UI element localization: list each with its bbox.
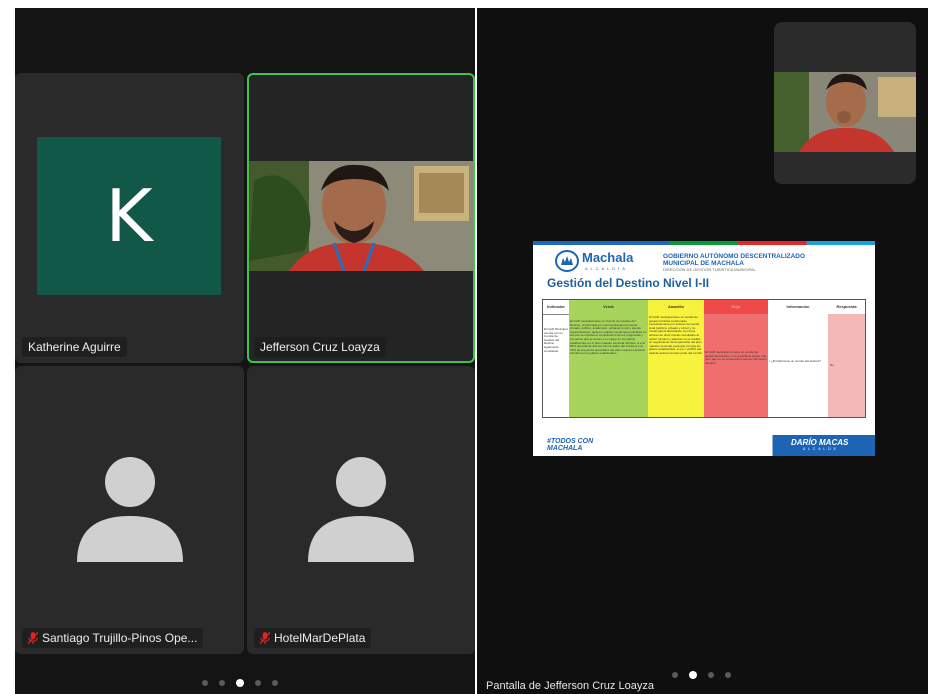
header-indicador: Indicador: [543, 300, 570, 315]
footer-name: DARÍO MACAS: [791, 438, 849, 447]
participant-name: Santiago Trujillo-Pinos Ope...: [22, 628, 204, 648]
participant-video: [249, 161, 473, 271]
cell-verde: El GAD municipal tiene un Comité de Gest…: [569, 314, 648, 417]
participant-name-text: Jefferson Cruz Loayza: [260, 340, 380, 354]
page-indicator[interactable]: [202, 679, 278, 687]
page-dot[interactable]: [202, 680, 208, 686]
avatar: K: [37, 137, 221, 295]
page-dot[interactable]: [255, 680, 261, 686]
participant-tile-jefferson[interactable]: Jefferson Cruz Loayza: [247, 73, 475, 363]
participant-tile-santiago[interactable]: Santiago Trujillo-Pinos Ope...: [15, 366, 244, 654]
participant-name: Jefferson Cruz Loayza: [254, 337, 386, 357]
header-verde: Verde: [569, 300, 649, 315]
default-avatar-icon: [77, 457, 183, 562]
org-line-3: DIRECCIÓN DE GESTIÓN TURÍSTICA MUNICIPAL: [663, 267, 756, 272]
slide-title: Gestión del Destino Nivel I-II: [547, 276, 710, 290]
speaker-video: [774, 72, 916, 152]
page-dot[interactable]: [272, 680, 278, 686]
page-dot[interactable]: [219, 680, 225, 686]
cell-respuesta: No: [828, 314, 865, 417]
logo-text: Machala: [582, 250, 634, 265]
org-line-1: GOBIERNO AUTÓNOMO DESCENTRALIZADO: [663, 253, 806, 260]
screen-share-label: Pantalla de Jefferson Cruz Loayza: [486, 680, 654, 692]
default-avatar-icon: [308, 457, 414, 562]
participant-tile-hotelmardeplata[interactable]: HotelMarDePlata: [247, 366, 475, 654]
participant-name-text: Katherine Aguirre: [28, 340, 121, 354]
participant-name: Katherine Aguirre: [22, 337, 127, 357]
muted-mic-icon: [28, 632, 38, 644]
logo-subtext: A L C A L D Í A: [585, 266, 626, 271]
slide-footer: #TODOS CON MACHALA DARÍO MACAS A L C A L…: [533, 435, 875, 456]
avatar-letter: K: [105, 174, 153, 258]
cell-informacion: • ¿El GAD tiene un comité del destino?: [768, 314, 828, 417]
participant-name-text: HotelMarDePlata: [274, 631, 366, 645]
page-indicator[interactable]: [672, 671, 731, 679]
cell-amarillo: El GAD municipal tiene un comité de gest…: [648, 314, 704, 417]
header-informacion: Información: [768, 300, 829, 315]
page-dot[interactable]: [672, 672, 678, 678]
header-rojo: Rojo: [704, 300, 769, 315]
speaker-thumbnail[interactable]: [774, 22, 916, 184]
page-dot[interactable]: [708, 672, 714, 678]
screen-share-panel: Machala A L C A L D Í A GOBIERNO AUTÓNOM…: [477, 8, 928, 694]
machala-logo-icon: [555, 250, 579, 272]
shared-slide: Machala A L C A L D Í A GOBIERNO AUTÓNOM…: [533, 241, 875, 456]
gallery-view-panel: K Katherine Aguirre Jefferson Cruz Loayz…: [15, 8, 475, 694]
muted-mic-icon: [260, 632, 270, 644]
slide-color-bar: [533, 241, 875, 245]
indicator-table: Indicador Verde Amarillo Rojo Informació…: [542, 299, 866, 418]
org-line-2: MUNICIPAL DE MACHALA: [663, 260, 745, 267]
page-dot[interactable]: [725, 672, 731, 678]
participant-tile-katherine[interactable]: K Katherine Aguirre: [15, 73, 244, 363]
participant-name: HotelMarDePlata: [254, 628, 372, 648]
header-amarillo: Amarillo: [648, 300, 705, 315]
participant-name-text: Santiago Trujillo-Pinos Ope...: [42, 631, 198, 645]
cell-indicador: El GAD Municipal cuenta con un Comité de…: [544, 328, 568, 408]
footer-subtitle: A L C A L D E: [803, 447, 837, 451]
page-dot-active[interactable]: [236, 679, 244, 687]
header-respuesta: Respuesta: [828, 300, 865, 315]
page-dot-active[interactable]: [689, 671, 697, 679]
footer-hashtag: #TODOS CON MACHALA: [547, 438, 594, 452]
cell-rojo: El GAD municipal no tiene un comité de g…: [704, 314, 768, 417]
